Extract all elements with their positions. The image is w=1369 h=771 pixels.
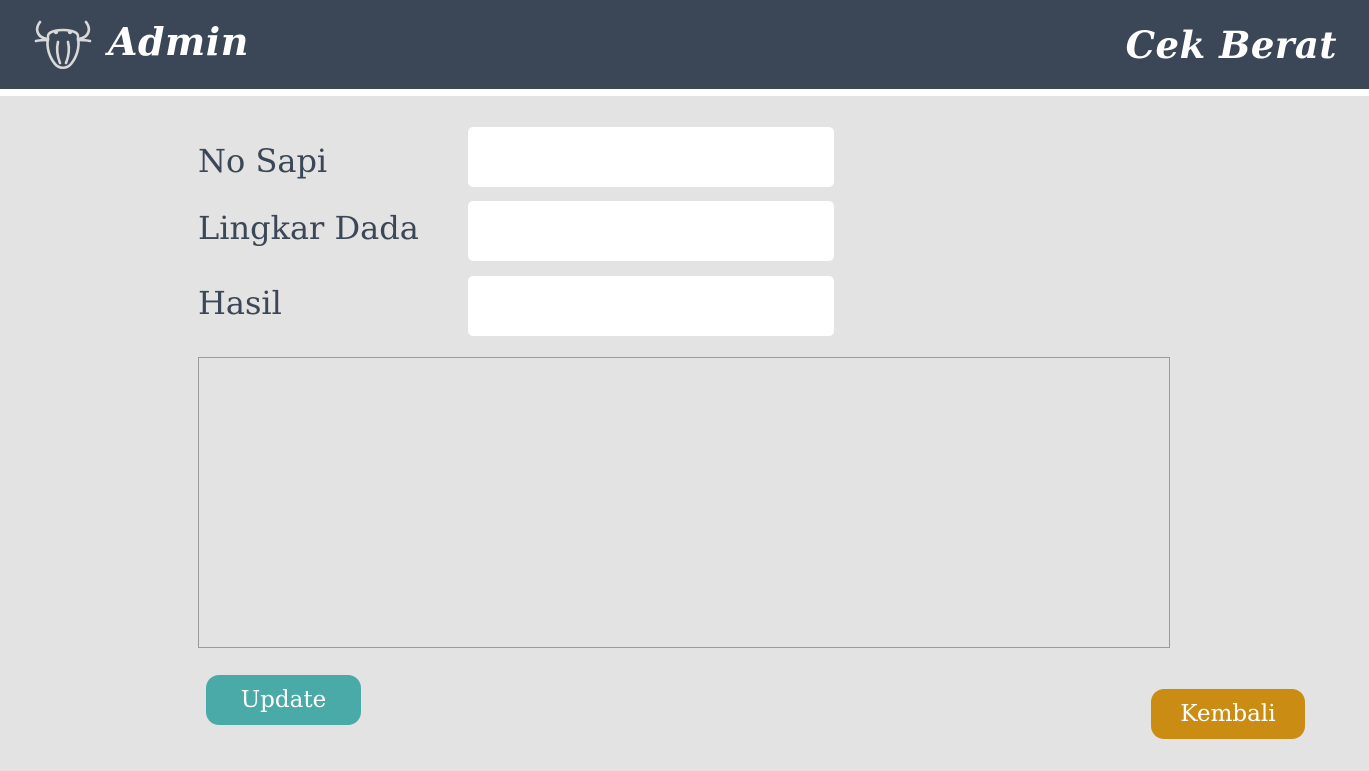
update-button[interactable]: Update: [206, 675, 361, 725]
cow-head-icon: [34, 20, 92, 70]
lingkar-dada-label: Lingkar Dada: [198, 209, 419, 247]
back-button[interactable]: Kembali: [1151, 689, 1305, 739]
no-sapi-input[interactable]: [468, 127, 834, 187]
main-content: No Sapi Lingkar Dada Hasil Update Kembal…: [0, 96, 1369, 771]
app-header: Admin Cek Berat: [0, 0, 1369, 89]
app-title: Admin: [108, 19, 249, 64]
hasil-input[interactable]: [468, 276, 834, 336]
data-table-panel: [198, 357, 1170, 648]
hasil-label: Hasil: [198, 284, 282, 322]
page-title: Cek Berat: [1125, 23, 1337, 67]
no-sapi-label: No Sapi: [198, 142, 328, 180]
lingkar-dada-input[interactable]: [468, 201, 834, 261]
